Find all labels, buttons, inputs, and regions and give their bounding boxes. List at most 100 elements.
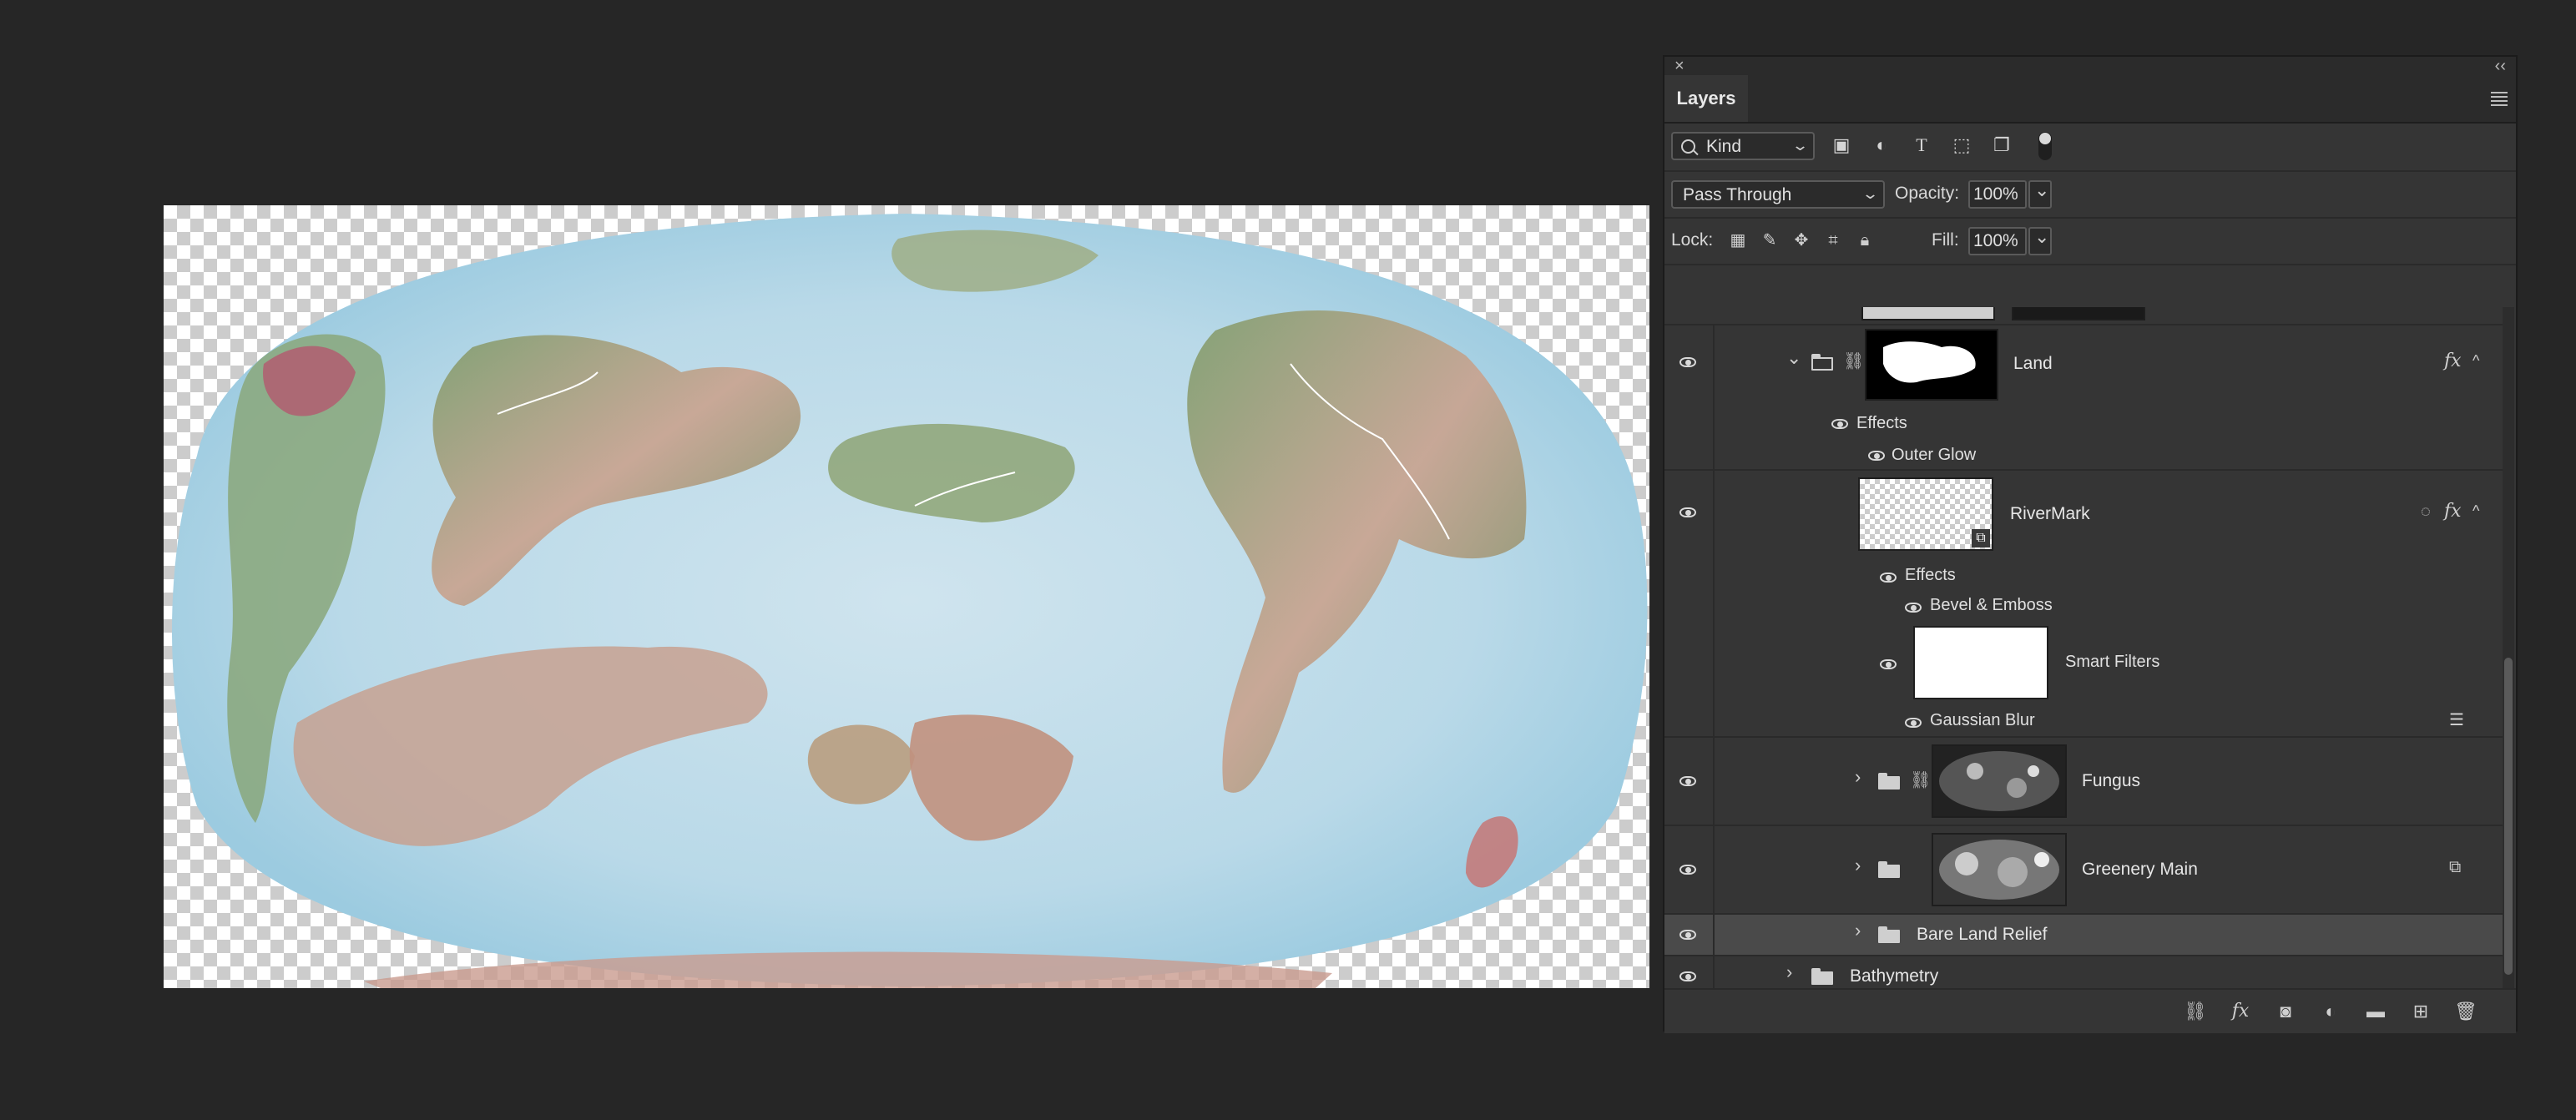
eye-icon[interactable] <box>1868 451 1887 462</box>
layer-name[interactable]: Land <box>2013 354 2053 374</box>
layer-row-land[interactable]: ⌄ ⛓︎ Land fx ^ Effects Outer Glow <box>1664 325 2503 471</box>
chevron-up-icon[interactable]: ^ <box>2472 352 2479 370</box>
new-layer-icon[interactable]: ⊞ <box>2409 1000 2432 1023</box>
collapse-icon[interactable]: ‹‹ <box>2495 58 2506 74</box>
close-icon[interactable]: × <box>1674 58 1685 74</box>
eye-icon[interactable] <box>1880 573 1898 584</box>
filter-gaussian-blur[interactable]: Gaussian Blur <box>1930 711 2035 730</box>
eye-icon[interactable] <box>1679 971 1698 983</box>
effect-bevel-emboss[interactable]: Bevel & Emboss <box>1930 596 2053 615</box>
eye-icon[interactable] <box>1905 718 1923 729</box>
link-icon[interactable]: ⛓︎ <box>1843 351 1864 371</box>
lock-all-icon[interactable]: 🔒︎ <box>1855 230 1875 250</box>
blend-mode-select[interactable]: Pass Through ⌄ <box>1671 180 1885 209</box>
layer-thumbnail[interactable]: ⧉ <box>1858 477 1993 551</box>
smart-object-filter-icon[interactable]: ❐ <box>1992 135 2012 155</box>
opacity-field[interactable]: 100% <box>1968 180 2027 209</box>
search-icon <box>1681 139 1695 154</box>
layer-name[interactable]: Greenery Main <box>2082 860 2198 880</box>
smart-filter-mask-thumbnail[interactable] <box>1913 626 2048 699</box>
lock-artboard-icon[interactable]: ⌗ <box>1823 230 1843 250</box>
document-canvas[interactable] <box>164 205 1649 988</box>
add-style-fx-icon[interactable]: fx <box>2229 1000 2252 1023</box>
panel-menu-icon[interactable] <box>2491 92 2508 106</box>
blend-mode-label: Pass Through <box>1683 185 1792 204</box>
layer-list-scrollbar[interactable] <box>2503 307 2514 988</box>
new-group-folder-icon[interactable]: ▬ <box>2364 1000 2387 1023</box>
filter-kind-select[interactable]: Kind ⌄ <box>1671 132 1815 160</box>
panel-titlebar: × ‹‹ <box>1664 57 2516 75</box>
visibility-column <box>1664 956 1715 988</box>
layer-name[interactable]: Bare Land Relief <box>1917 925 2047 945</box>
fill-field[interactable]: 100% <box>1968 227 2027 255</box>
eye-icon[interactable] <box>1679 776 1698 788</box>
tab-layers[interactable]: Layers <box>1664 75 1748 122</box>
eye-icon[interactable] <box>1905 603 1923 614</box>
folder-icon <box>1878 926 1900 943</box>
adjustment-layer-filter-icon[interactable]: ◐ <box>1871 135 1892 155</box>
layer-thumbnail <box>1861 307 1995 320</box>
layer-row-greenery-main[interactable]: › Greenery Main ⧉ <box>1664 826 2503 915</box>
link-icon[interactable]: ⛓︎ <box>1910 769 1931 790</box>
layer-name[interactable]: Bathymetry <box>1850 966 1938 986</box>
clipping-icon: ⧉ <box>2449 858 2462 876</box>
eye-icon[interactable] <box>1679 930 1698 941</box>
chevron-right-icon[interactable]: › <box>1786 961 1792 983</box>
filter-toggle-switch[interactable] <box>2038 132 2052 160</box>
lock-transparent-icon[interactable]: ▦ <box>1728 230 1748 250</box>
visibility-column <box>1664 471 1715 736</box>
opacity-label: Opacity: <box>1895 184 1960 203</box>
panel-tab-row: Layers <box>1664 75 2516 124</box>
eye-icon[interactable] <box>1679 357 1698 369</box>
filter-blending-options-icon[interactable]: ☰ <box>2449 709 2464 730</box>
eye-icon[interactable] <box>1880 659 1898 671</box>
layer-mask-thumbnail[interactable] <box>1865 329 1998 401</box>
chevron-right-icon[interactable]: › <box>1855 920 1861 941</box>
blend-row: Pass Through ⌄ Opacity: 100% <box>1664 172 2516 219</box>
smart-object-icon: ⧉ <box>1972 529 1990 547</box>
smart-filters-label: Smart Filters <box>2065 653 2160 671</box>
smart-filter-mask-icon: ◌ <box>2421 502 2431 521</box>
layer-mask-thumbnail <box>2012 307 2145 320</box>
layer-mask-thumbnail[interactable] <box>1932 744 2067 818</box>
effect-outer-glow[interactable]: Outer Glow <box>1892 446 1976 465</box>
lock-pixels-icon[interactable]: ✎ <box>1760 230 1780 250</box>
add-mask-icon[interactable]: ◙ <box>2274 1000 2297 1023</box>
scrollbar-thumb[interactable] <box>2504 658 2513 975</box>
folder-icon <box>1878 861 1900 878</box>
shape-layer-filter-icon[interactable]: ⬚ <box>1952 135 1972 155</box>
eye-icon[interactable] <box>1831 419 1850 431</box>
lock-position-icon[interactable]: ✥ <box>1791 230 1811 250</box>
type-layer-filter-icon[interactable]: T <box>1912 135 1932 155</box>
visibility-column <box>1664 738 1715 825</box>
layer-list[interactable]: ⌄ ⛓︎ Land fx ^ Effects Outer Glow ⧉ Rive… <box>1664 307 2503 988</box>
layer-row-rivermark[interactable]: ⧉ RiverMark ◌ fx ^ Effects Bevel & Embos… <box>1664 471 2503 738</box>
adjustment-layer-icon[interactable]: ◐ <box>2319 1000 2342 1023</box>
opacity-dropdown[interactable] <box>2028 179 2052 209</box>
chevron-up-icon[interactable]: ^ <box>2472 502 2479 520</box>
trash-icon[interactable]: 🗑︎ <box>2454 1000 2478 1023</box>
layer-name[interactable]: RiverMark <box>2010 504 2090 524</box>
eye-icon[interactable] <box>1679 865 1698 876</box>
chevron-right-icon[interactable]: › <box>1855 766 1861 788</box>
link-layers-icon[interactable]: ⛓︎ <box>2184 1000 2207 1023</box>
layer-row-bathymetry[interactable]: › Bathymetry <box>1664 956 2503 988</box>
folder-icon <box>1878 773 1900 790</box>
layer-row-partial[interactable] <box>1664 307 2503 325</box>
fx-icon[interactable]: fx <box>2444 501 2462 522</box>
layer-row-fungus[interactable]: › ⛓︎ Fungus <box>1664 738 2503 826</box>
panel-bottom-toolbar: ⛓︎ fx ◙ ◐ ▬ ⊞ 🗑︎ <box>1664 988 2516 1033</box>
fill-label: Fill: <box>1932 230 1959 250</box>
layer-mask-thumbnail[interactable] <box>1932 833 2067 906</box>
fill-dropdown[interactable] <box>2028 226 2052 255</box>
chevron-down-icon: ⌄ <box>1791 137 1810 154</box>
layer-name[interactable]: Fungus <box>2082 771 2140 791</box>
effects-label: Effects <box>1905 566 1956 584</box>
lock-row: Lock: ▦ ✎ ✥ ⌗ 🔒︎ Fill: 100% <box>1664 219 2516 265</box>
eye-icon[interactable] <box>1679 507 1698 519</box>
fx-icon[interactable]: fx <box>2444 351 2462 371</box>
layer-row-bare-land-relief[interactable]: › Bare Land Relief <box>1664 915 2503 956</box>
pixel-layer-filter-icon[interactable]: ▣ <box>1831 135 1851 155</box>
chevron-right-icon[interactable]: › <box>1855 855 1861 876</box>
chevron-down-icon[interactable]: ⌄ <box>1786 347 1801 369</box>
